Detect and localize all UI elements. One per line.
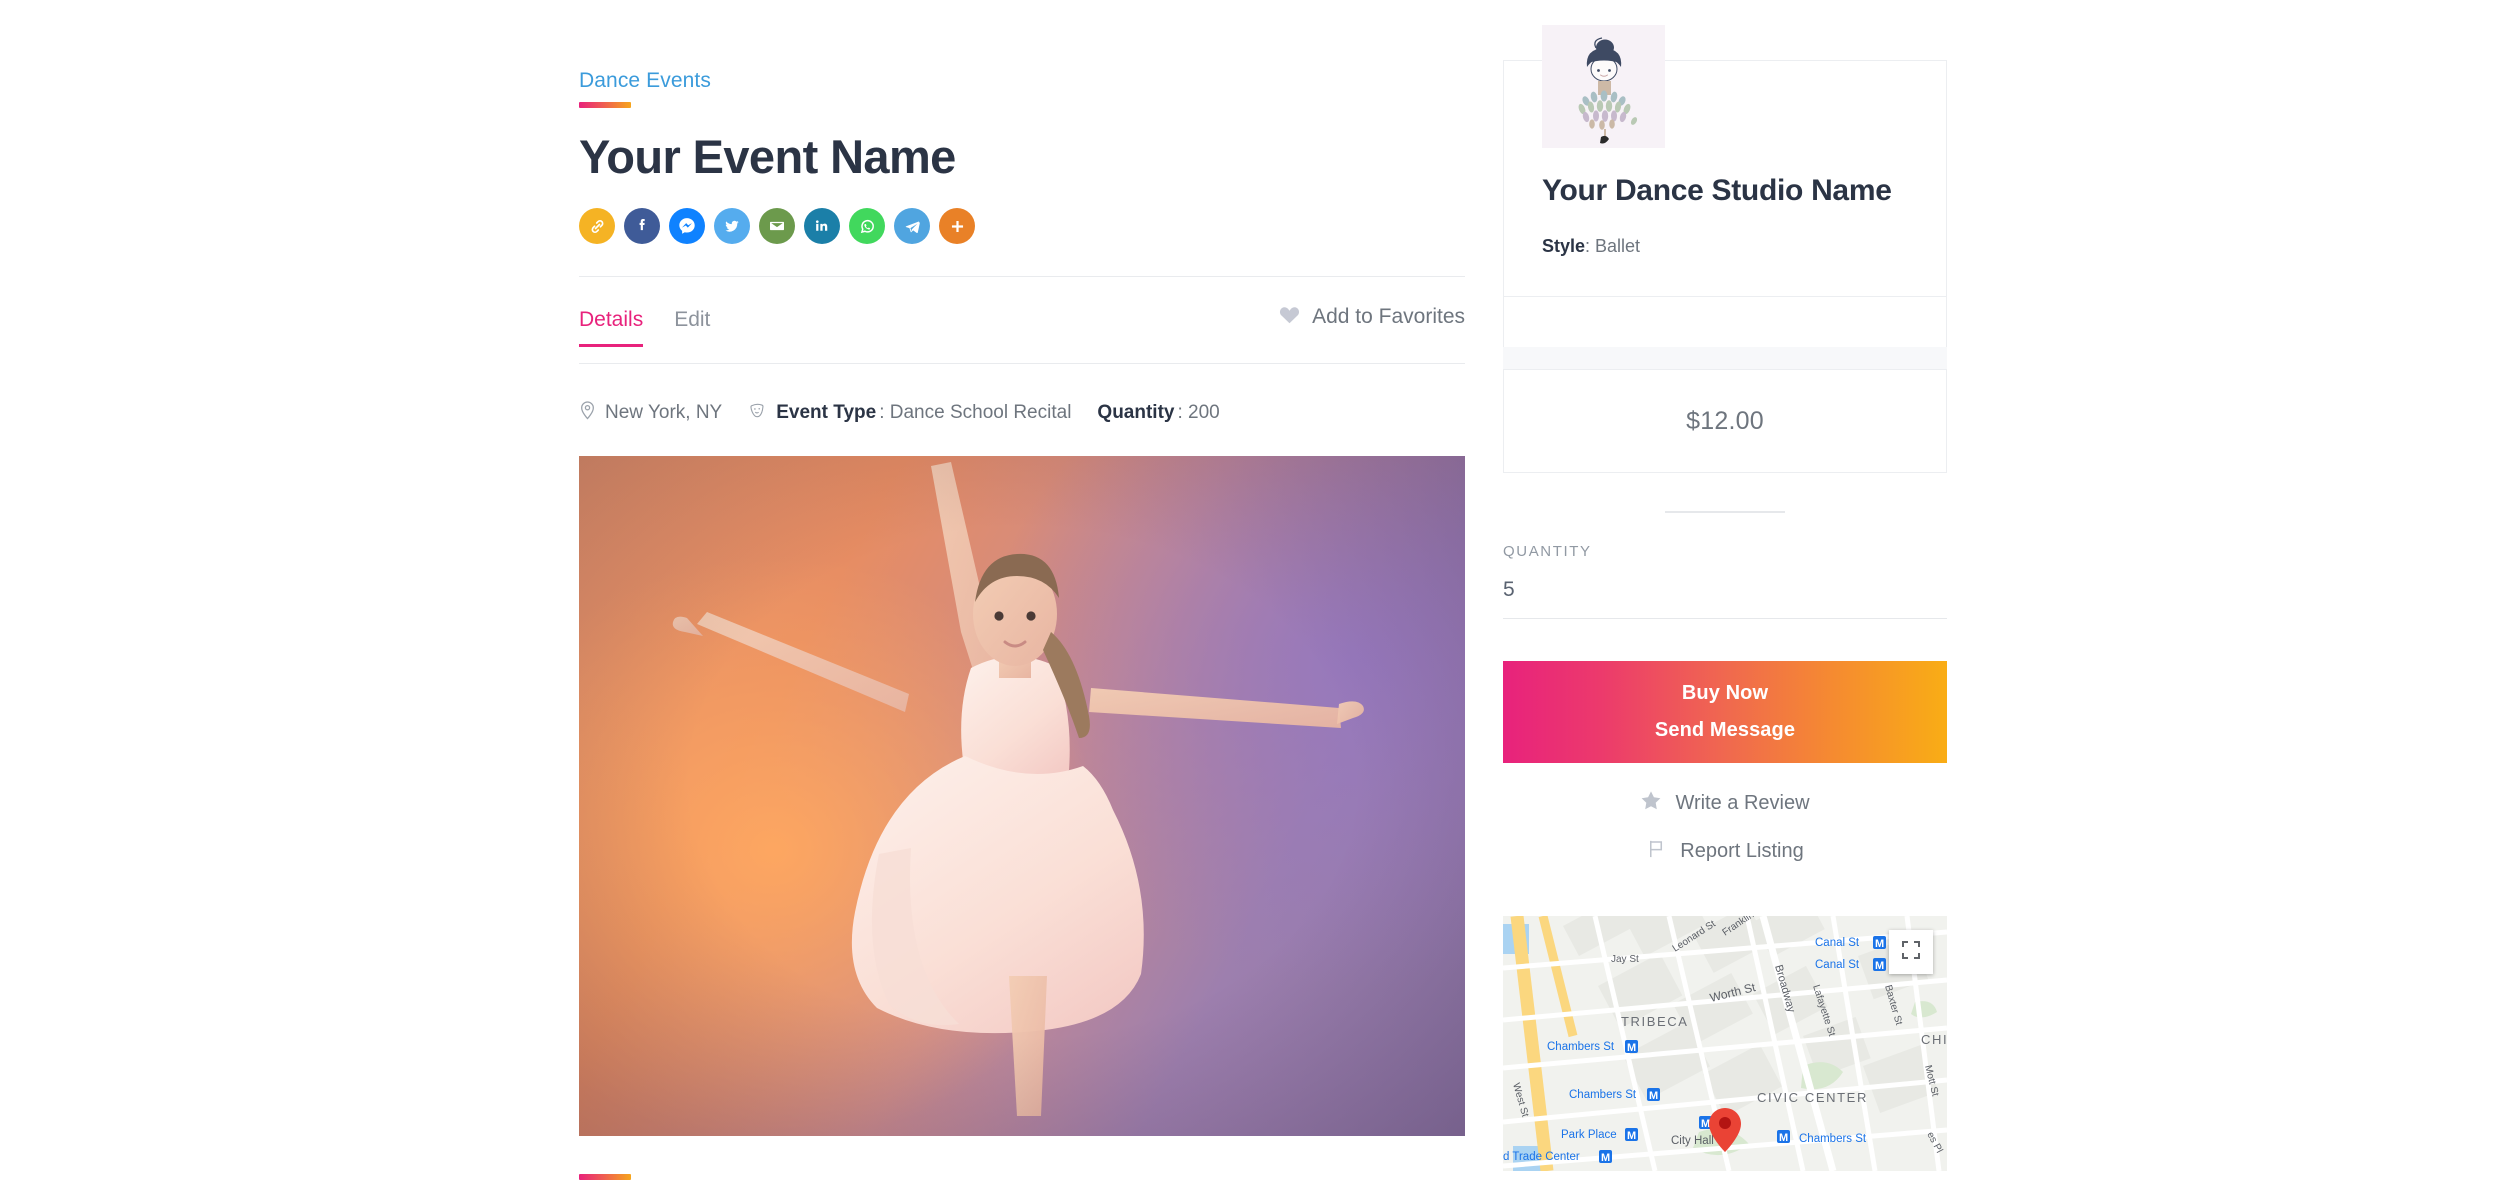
- svg-text:Park Place: Park Place: [1561, 1129, 1617, 1141]
- quantity-input[interactable]: [1503, 578, 1947, 619]
- listing-hero-image[interactable]: Young ballet dancer in arabesque pose un…: [579, 456, 1465, 1137]
- studio-style: Style: Ballet: [1542, 236, 1908, 296]
- share-facebook-button[interactable]: [624, 208, 660, 245]
- svg-text:Chambers St: Chambers St: [1569, 1089, 1637, 1101]
- breadcrumb-accent-bar: [579, 102, 631, 109]
- favorites-label: Add to Favorites: [1312, 305, 1465, 329]
- location-map[interactable]: Jay St Leonard St Franklin St Worth St B…: [1503, 916, 1947, 1171]
- meta-location: New York, NY: [579, 400, 722, 426]
- meta-event-type: Event Type : Dance School Recital: [748, 401, 1071, 426]
- svg-text:City Hall: City Hall: [1671, 1135, 1714, 1147]
- svg-text:Chambers St: Chambers St: [1799, 1133, 1867, 1145]
- report-listing-label: Report Listing: [1680, 839, 1804, 862]
- svg-text:M: M: [1875, 938, 1884, 950]
- svg-text:Canal St: Canal St: [1815, 937, 1860, 949]
- svg-text:M: M: [1701, 1118, 1710, 1130]
- heart-icon: [1278, 304, 1301, 330]
- quantity-field-group: QUANTITY: [1503, 543, 1947, 619]
- flag-icon: [1646, 838, 1667, 864]
- svg-text:M: M: [1627, 1130, 1636, 1142]
- linkedin-icon: [812, 216, 832, 236]
- svg-text:M: M: [1779, 1132, 1788, 1144]
- theater-mask-icon: [748, 401, 767, 426]
- svg-text:Jay St: Jay St: [1611, 954, 1639, 965]
- add-to-favorites-button[interactable]: Add to Favorites: [1278, 304, 1465, 347]
- share-email-button[interactable]: [759, 208, 795, 245]
- send-message-label: Send Message: [1654, 719, 1796, 741]
- price-value: $12.00: [1686, 406, 1764, 435]
- sidebar-gap: [1503, 347, 1947, 369]
- style-label: Style: [1542, 236, 1586, 256]
- buy-now-label: Buy Now: [1681, 682, 1769, 704]
- map-fullscreen-button[interactable]: [1889, 930, 1933, 974]
- svg-text:d Trade Center: d Trade Center: [1503, 1151, 1580, 1163]
- studio-avatar: [1542, 25, 1665, 148]
- quantity-value: : 200: [1177, 402, 1220, 424]
- tabs-group: Details Edit: [579, 309, 710, 348]
- quantity-field-label: QUANTITY: [1503, 543, 1592, 560]
- tabs-bar: Details Edit Add to Favorites: [579, 304, 1465, 364]
- main-content-column: Dance Events Your Event Name Details Edi…: [579, 0, 1465, 1192]
- price-divider: [1665, 511, 1785, 513]
- page-title: Your Event Name: [579, 130, 956, 184]
- quantity-label: Quantity: [1097, 402, 1175, 424]
- style-value: : Ballet: [1585, 236, 1641, 256]
- location-pin-icon: [579, 400, 596, 426]
- share-divider: [579, 276, 1465, 278]
- share-telegram-button[interactable]: [894, 208, 930, 245]
- share-whatsapp-button[interactable]: [849, 208, 885, 245]
- sidebar-column: Your Dance Studio Name Style: Ballet $12…: [1503, 0, 1947, 1192]
- svg-text:M: M: [1649, 1090, 1658, 1102]
- report-listing-button[interactable]: Report Listing: [1503, 838, 1947, 864]
- twitter-icon: [722, 216, 742, 236]
- share-copy-link-button[interactable]: [579, 208, 615, 245]
- tab-details[interactable]: Details: [579, 309, 644, 348]
- hero-vignette: [579, 456, 1465, 1137]
- svg-text:CIVIC CENTER: CIVIC CENTER: [1757, 1090, 1868, 1105]
- svg-text:Canal St: Canal St: [1815, 959, 1860, 971]
- envelope-icon: [767, 216, 787, 236]
- facebook-icon: [632, 216, 652, 236]
- social-share-row: [579, 208, 1465, 245]
- map-canvas: Jay St Leonard St Franklin St Worth St B…: [1503, 916, 1947, 1171]
- share-more-button[interactable]: [939, 208, 975, 245]
- svg-text:CHI: CHI: [1921, 1032, 1947, 1047]
- listing-meta-row: New York, NY Event Type : Dance School R…: [579, 400, 1465, 426]
- buy-now-send-message-button[interactable]: Buy Now Send Message: [1503, 661, 1947, 763]
- whatsapp-icon: [857, 216, 878, 237]
- share-twitter-button[interactable]: [714, 208, 750, 245]
- share-messenger-button[interactable]: [669, 208, 705, 245]
- studio-card-footer: [1504, 297, 1946, 347]
- star-icon: [1640, 790, 1662, 816]
- plus-icon: [948, 217, 967, 236]
- breadcrumb-dance-events[interactable]: Dance Events: [579, 68, 711, 93]
- studio-card: Your Dance Studio Name Style: Ballet: [1503, 25, 1947, 347]
- svg-text:Chambers St: Chambers St: [1547, 1041, 1615, 1053]
- event-type-value: : Dance School Recital: [879, 402, 1072, 424]
- listing-page: Dance Events Your Event Name Details Edi…: [0, 0, 2503, 1192]
- messenger-icon: [676, 215, 698, 237]
- fullscreen-icon: [1901, 940, 1921, 965]
- price-card: $12.00: [1503, 369, 1947, 473]
- section-accent-bar: [579, 1174, 631, 1181]
- svg-text:M: M: [1627, 1042, 1636, 1054]
- event-type-label: Event Type: [776, 402, 877, 424]
- meta-quantity: Quantity : 200: [1097, 402, 1219, 424]
- svg-text:M: M: [1875, 960, 1884, 972]
- location-text: New York, NY: [605, 402, 723, 424]
- svg-text:TRIBECA: TRIBECA: [1621, 1014, 1689, 1029]
- write-a-review-button[interactable]: Write a Review: [1503, 790, 1947, 816]
- svg-text:M: M: [1601, 1152, 1610, 1164]
- tab-edit[interactable]: Edit: [674, 309, 710, 347]
- tabs-underline: [579, 363, 1465, 365]
- write-a-review-label: Write a Review: [1675, 791, 1810, 814]
- link-icon: [588, 217, 607, 236]
- telegram-icon: [902, 216, 923, 237]
- ballerina-illustration: [1542, 25, 1665, 148]
- share-linkedin-button[interactable]: [804, 208, 840, 245]
